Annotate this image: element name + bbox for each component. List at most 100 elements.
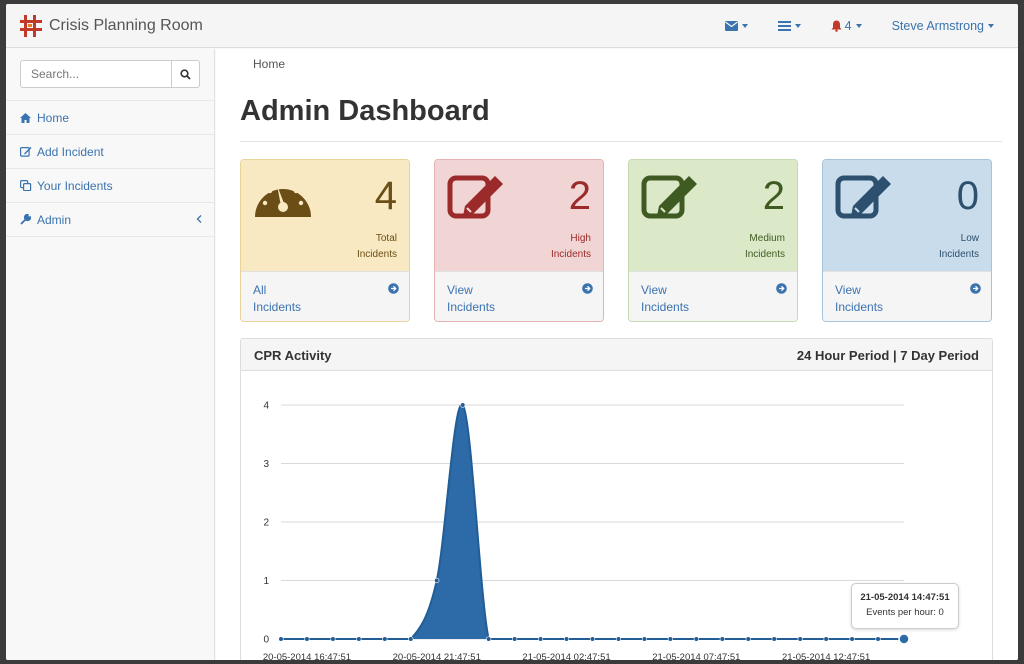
sidebar-item-label: Home <box>37 110 70 125</box>
link-line: Incidents <box>835 300 884 314</box>
x-tick-label: 20-05-2014 16:47:51 <box>263 652 351 660</box>
stat-card-high: 2 High Incidents View Incidents <box>434 159 604 322</box>
divider <box>240 141 1002 142</box>
user-menu[interactable]: Steve Armstrong <box>892 19 994 33</box>
data-point <box>382 636 388 642</box>
tasks-icon <box>777 21 791 31</box>
chevron-left-icon <box>196 215 202 223</box>
x-tick-label: 20-05-2014 21:47:51 <box>393 652 481 660</box>
data-point <box>693 636 699 642</box>
card-footer-link[interactable]: View Incidents <box>629 271 797 321</box>
stat-label: Total Incidents <box>307 231 397 263</box>
data-point <box>330 636 336 642</box>
card-link-text: View Incidents <box>447 282 527 316</box>
x-tick-label: 21-05-2014 12:47:51 <box>782 652 870 660</box>
chevron-down-icon <box>794 24 801 28</box>
data-point <box>486 636 492 642</box>
data-point <box>641 636 648 642</box>
y-tick-label: 4 <box>263 401 269 412</box>
alerts-dropdown[interactable]: 4 <box>831 19 862 33</box>
x-tick-label: 21-05-2014 02:47:51 <box>522 652 610 660</box>
alerts-count: 4 <box>844 19 852 33</box>
card-footer-link[interactable]: View Incidents <box>435 271 603 321</box>
edit-icon <box>447 175 503 219</box>
link-line: All <box>253 283 267 297</box>
app-title: Crisis Planning Room <box>49 17 203 34</box>
data-point <box>849 636 855 642</box>
logo-icon <box>20 15 42 37</box>
stat-label: Low Incidents <box>889 231 979 263</box>
chevron-down-icon <box>741 24 748 28</box>
stat-label-line: Incidents <box>356 249 397 260</box>
sidebar-item-admin[interactable]: Admin <box>6 203 214 237</box>
data-point <box>460 402 466 408</box>
data-point <box>408 636 414 642</box>
card-footer-link[interactable]: All Incidents <box>241 271 409 321</box>
main-content: Home Admin Dashboard 4 Total Incidents A… <box>216 49 1018 660</box>
home-icon <box>20 112 31 123</box>
arrow-circle-right-icon <box>970 283 981 294</box>
envelope-icon <box>724 21 738 31</box>
wrench-icon <box>20 214 31 225</box>
card-link-text: View Incidents <box>641 282 721 316</box>
data-point <box>278 636 284 642</box>
data-point <box>745 636 751 642</box>
panel-title: CPR Activity <box>254 348 332 363</box>
y-tick-label: 0 <box>263 635 269 646</box>
sidebar-item-add-incident[interactable]: Add Incident <box>6 135 214 169</box>
card-footer-link[interactable]: View Incidents <box>823 271 991 321</box>
cpr-activity-panel: CPR Activity 24 Hour Period | 7 Day Peri… <box>240 338 993 660</box>
brand[interactable]: Crisis Planning Room <box>18 13 203 39</box>
data-point <box>797 636 803 642</box>
stat-label-line: Medium <box>749 233 785 244</box>
copy-icon <box>20 180 32 191</box>
data-point <box>537 636 544 642</box>
edit-icon <box>641 175 697 219</box>
y-tick-label: 3 <box>263 459 269 470</box>
bell-icon <box>831 20 842 32</box>
messages-dropdown[interactable] <box>724 21 748 31</box>
search-button[interactable] <box>171 60 200 88</box>
sidebar-item-your-incidents[interactable]: Your Incidents <box>6 169 214 203</box>
period-toggle[interactable]: 24 Hour Period | 7 Day Period <box>797 348 979 363</box>
stat-label-line: Incidents <box>744 249 785 260</box>
chevron-down-icon <box>855 24 862 28</box>
stat-label-line: Incidents <box>550 249 591 260</box>
data-point <box>304 636 310 642</box>
card-link-text: All Incidents <box>253 282 333 316</box>
arrow-circle-right-icon <box>776 283 787 294</box>
stat-card-medium: 2 Medium Incidents View Incidents <box>628 159 798 322</box>
chart-tooltip: 21-05-2014 14:47:51 Events per hour: 0 <box>851 583 959 629</box>
edit-icon <box>20 147 32 157</box>
tooltip-text: Events per hour: 0 <box>866 607 944 618</box>
page-title: Admin Dashboard <box>240 95 490 127</box>
stat-label-line: Total <box>375 233 397 244</box>
top-navbar: Crisis Planning Room 4 Steve Armstrong <box>6 4 1018 48</box>
tasks-dropdown[interactable] <box>777 21 801 31</box>
data-point <box>667 636 673 642</box>
search-input[interactable] <box>20 60 171 88</box>
data-point <box>719 636 725 642</box>
chevron-down-icon <box>988 24 994 28</box>
y-tick-label: 1 <box>263 576 269 587</box>
data-point <box>434 577 440 584</box>
data-point <box>563 636 570 642</box>
dashboard-icon <box>255 182 311 217</box>
sidebar-item-home[interactable]: Home <box>6 101 214 135</box>
breadcrumb[interactable]: Home <box>253 57 285 71</box>
search-icon <box>180 68 191 80</box>
tooltip-time: 21-05-2014 14:47:51 <box>860 592 950 603</box>
data-point <box>823 636 829 642</box>
card-link-text: View Incidents <box>835 282 915 316</box>
sidebar: Home Add Incident Your Incidents <box>6 49 215 660</box>
link-line: View <box>447 283 473 297</box>
stat-count: 2 <box>568 174 591 218</box>
stat-count: 0 <box>956 174 979 218</box>
link-line: Incidents <box>641 300 690 314</box>
arrow-circle-right-icon <box>582 283 593 294</box>
stat-label-line: Low <box>960 233 979 244</box>
stat-count: 2 <box>762 174 785 218</box>
x-tick-label: 21-05-2014 07:47:51 <box>652 652 740 660</box>
stat-label: High Incidents <box>501 231 591 263</box>
sidebar-item-label: Your Incidents <box>37 178 113 193</box>
